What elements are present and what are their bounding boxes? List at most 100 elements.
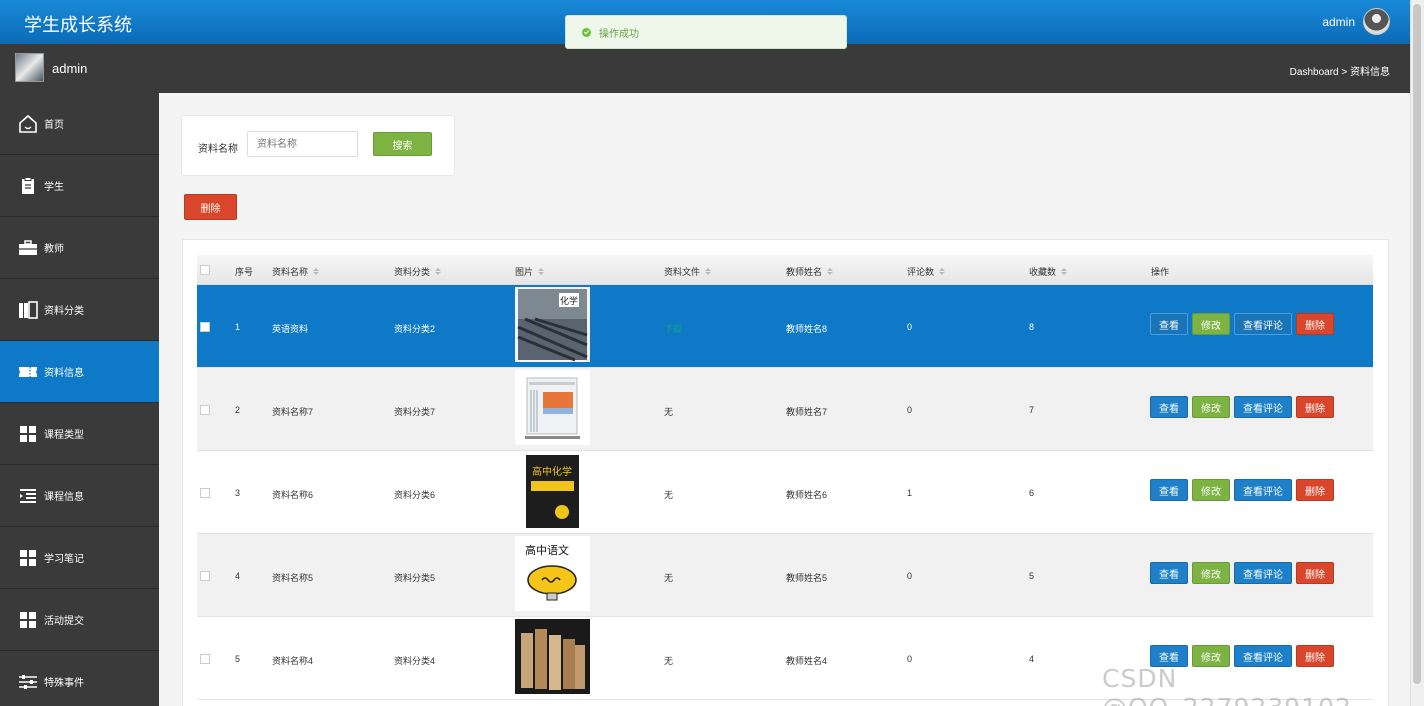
sort-icon[interactable] [939, 268, 946, 275]
view-button[interactable]: 查看 [1150, 396, 1188, 418]
grid-icon [18, 548, 38, 568]
row-checkbox[interactable] [200, 654, 210, 664]
cell-category: 资料分类4 [394, 656, 436, 666]
sidebar-item-special-events[interactable]: 特殊事件 [0, 651, 159, 706]
sort-icon[interactable] [1061, 268, 1068, 275]
edit-button[interactable]: 修改 [1192, 396, 1230, 418]
cell-favorites: 6 [1029, 488, 1035, 498]
table-row[interactable]: 4 资料名称5 资料分类5 高中语文 无 教师姓名5 0 5 查看 修改 查看评… [197, 534, 1373, 617]
user-bar: admin Dashboard > 资料信息 [0, 44, 1410, 93]
edit-button[interactable]: 修改 [1192, 479, 1230, 501]
scrollbar-thumb[interactable] [1413, 4, 1421, 684]
row-checkbox[interactable] [200, 405, 210, 415]
sidebar-item-course-info[interactable]: 课程信息 [0, 465, 159, 527]
sort-icon[interactable] [538, 268, 545, 275]
view-comments-button[interactable]: 查看评论 [1234, 313, 1292, 335]
sidebar-item-home[interactable]: 首页 [0, 93, 159, 155]
cell-file: 无 [664, 407, 674, 417]
cell-comments: 0 [907, 571, 913, 581]
top-username: admin [1322, 14, 1355, 29]
cell-teacher: 教师姓名4 [786, 656, 828, 666]
user-menu[interactable]: admin [1322, 8, 1390, 35]
column-header[interactable]: 收藏数 [1029, 265, 1068, 278]
chemistry-book-cover-image: 化学 [515, 287, 590, 362]
cell-name: 资料名称4 [272, 656, 314, 666]
search-input[interactable] [247, 131, 358, 157]
delete-button[interactable]: 删除 [1296, 562, 1334, 584]
cell-category: 资料分类7 [394, 407, 436, 417]
cell-file: 无 [664, 490, 674, 500]
view-button[interactable]: 查看 [1150, 479, 1188, 501]
sidebar-item-label: 教师 [44, 244, 64, 255]
breadcrumb[interactable]: Dashboard > 资料信息 [1290, 63, 1390, 78]
svg-text:高中化学: 高中化学 [532, 465, 572, 478]
cell-teacher: 教师姓名7 [786, 407, 828, 417]
sidebar-item-course-type[interactable]: 课程类型 [0, 403, 159, 465]
cell-comments: 0 [907, 405, 913, 415]
cell-favorites: 5 [1029, 571, 1035, 581]
row-checkbox[interactable] [200, 322, 210, 332]
app-title: 学生成长系统 [24, 15, 132, 35]
view-button[interactable]: 查看 [1150, 562, 1188, 584]
column-header[interactable]: 资料文件 [664, 265, 712, 278]
row-checkbox[interactable] [200, 571, 210, 581]
search-button[interactable]: 搜索 [373, 132, 432, 156]
column-header[interactable]: 评论数 [907, 265, 946, 278]
sidebar-item-label: 学生 [44, 182, 64, 193]
column-header[interactable]: 资料名称 [272, 265, 320, 278]
table-row[interactable]: 1 英语资料 资料分类2 化学 下载 教师姓名8 0 8 查看 修改 查看评论 … [197, 285, 1373, 368]
sidebar-item-study-notes[interactable]: 学习笔记 [0, 527, 159, 589]
sidebar-item-teachers[interactable]: 教师 [0, 217, 159, 279]
sidebar-item-label: 资料信息 [44, 368, 84, 379]
sidebar-item-students[interactable]: 学生 [0, 155, 159, 217]
delete-button[interactable]: 删除 [1296, 396, 1334, 418]
sidebar-item-label: 课程信息 [44, 492, 84, 503]
sidebar-item-label: 活动提交 [44, 616, 84, 627]
edit-button[interactable]: 修改 [1192, 562, 1230, 584]
column-header[interactable]: 资料分类 [394, 265, 442, 278]
view-button[interactable]: 查看 [1150, 313, 1188, 335]
sidebar-item-material-info[interactable]: 资料信息 [0, 341, 159, 403]
table-row[interactable]: 3 资料名称6 资料分类6 高中化学 无 教师姓名6 1 6 查看 修改 查看评… [197, 451, 1373, 534]
cell-no: 5 [235, 654, 241, 664]
delete-button[interactable]: 删除 [1296, 479, 1334, 501]
sidebar-item-activity-submit[interactable]: 活动提交 [0, 589, 159, 651]
table-row[interactable]: 2 资料名称7 资料分类7 无 教师姓名7 0 7 查看 修改 查看评论 删除 [197, 368, 1373, 451]
bulk-delete-button[interactable]: 删除 [184, 194, 237, 220]
cell-name: 英语资料 [272, 324, 309, 334]
cell-comments: 0 [907, 654, 913, 664]
cell-category: 资料分类2 [394, 324, 436, 334]
table-header: 序号 资料名称 资料分类 图片 资料文件 教师姓名 评论数 收藏数 操作 [197, 255, 1373, 285]
cell-no: 1 [235, 322, 241, 332]
sidebar-item-label: 特殊事件 [44, 678, 84, 689]
high-school-chemistry-book-image: 高中化学 [515, 453, 590, 528]
sort-icon[interactable] [313, 268, 320, 275]
select-all-checkbox[interactable] [200, 265, 210, 275]
cell-file: 无 [664, 656, 674, 666]
row-checkbox[interactable] [200, 488, 210, 498]
sort-icon[interactable] [827, 268, 834, 275]
edit-button[interactable]: 修改 [1192, 313, 1230, 335]
search-panel: 资料名称 搜索 [181, 115, 455, 176]
cell-no: 2 [235, 405, 241, 415]
sidebar-username: admin [52, 61, 88, 76]
view-comments-button[interactable]: 查看评论 [1234, 562, 1292, 584]
sidebar: 首页 学生 教师 资料分类 资料信息 课程类型 课程信息 学习笔记 活动提交 特… [0, 93, 159, 706]
sort-icon[interactable] [435, 268, 442, 275]
cell-no: 3 [235, 488, 241, 498]
sliders-icon [18, 672, 38, 692]
chinese-lightbulb-image: 高中语文 [515, 536, 590, 611]
sort-icon[interactable] [705, 268, 712, 275]
user-avatar [15, 53, 44, 82]
download-link[interactable]: 下载 [664, 322, 682, 335]
sidebar-item-label: 资料分类 [44, 306, 84, 317]
view-comments-button[interactable]: 查看评论 [1234, 479, 1292, 501]
row-actions: 查看 修改 查看评论 删除 [1150, 479, 1334, 501]
column-header[interactable]: 图片 [515, 265, 545, 278]
delete-button[interactable]: 删除 [1296, 313, 1334, 335]
sidebar-item-material-category[interactable]: 资料分类 [0, 279, 159, 341]
column-header[interactable]: 教师姓名 [786, 265, 834, 278]
avatar[interactable] [1363, 8, 1390, 35]
view-comments-button[interactable]: 查看评论 [1234, 396, 1292, 418]
grid-icon [18, 610, 38, 630]
